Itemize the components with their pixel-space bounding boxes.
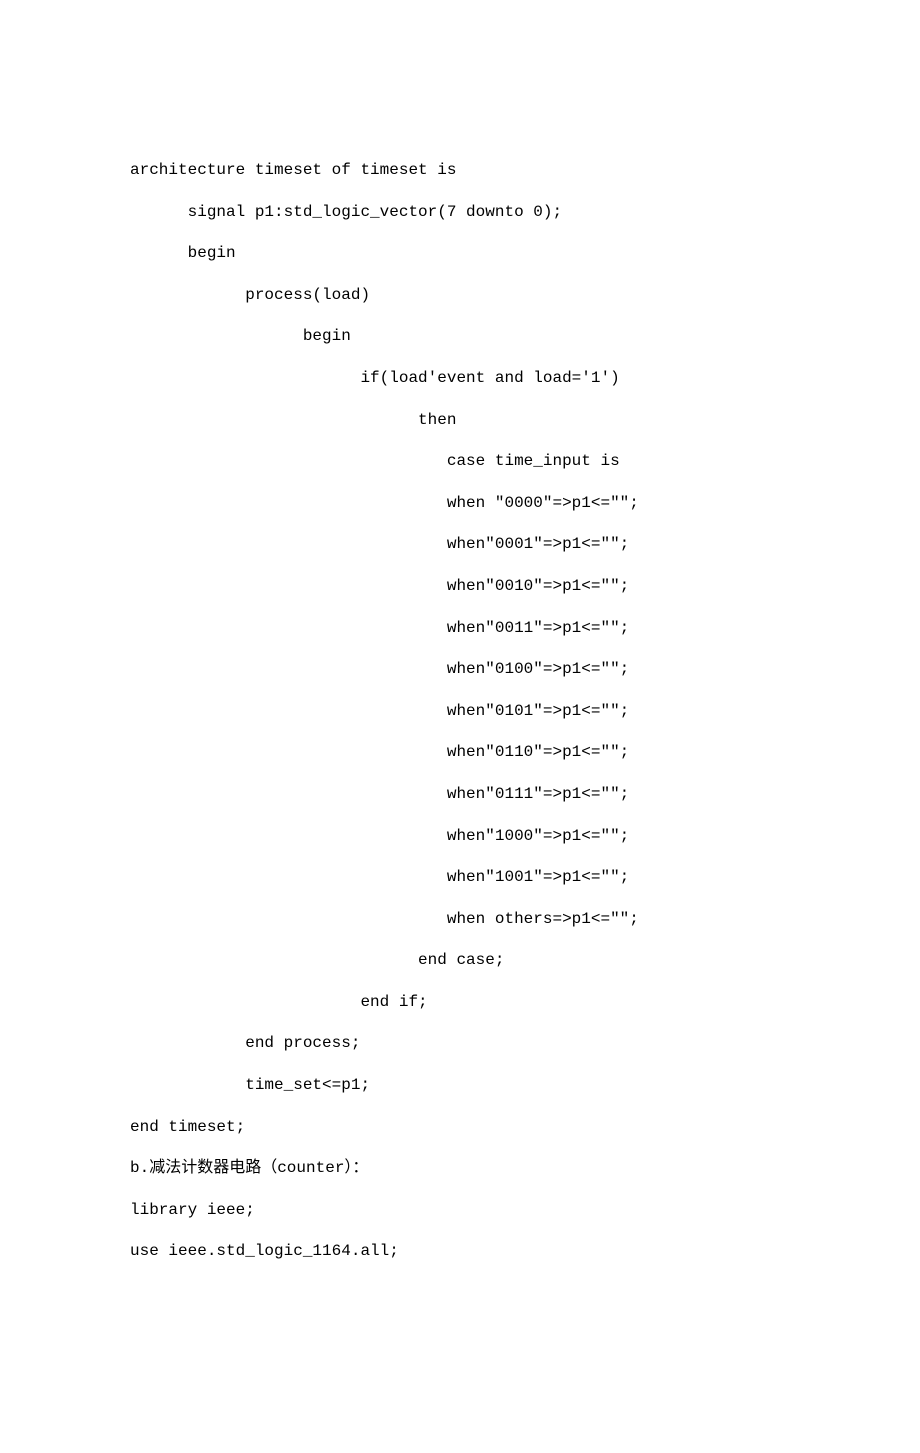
code-line: when others=>p1<=""; bbox=[130, 899, 790, 941]
code-line: end if; bbox=[130, 982, 790, 1024]
code-line: library ieee; bbox=[130, 1190, 790, 1232]
code-line: architecture timeset of timeset is bbox=[130, 150, 790, 192]
code-line: end timeset; bbox=[130, 1107, 790, 1149]
code-line: case time_input is bbox=[130, 441, 790, 483]
code-line: when"0101"=>p1<=""; bbox=[130, 691, 790, 733]
code-line: when"0010"=>p1<=""; bbox=[130, 566, 790, 608]
code-line: signal p1:std_logic_vector(7 downto 0); bbox=[130, 192, 790, 234]
code-line: then bbox=[130, 400, 790, 442]
code-line: b.减法计数器电路（counter）： bbox=[130, 1148, 790, 1190]
code-line: when"0001"=>p1<=""; bbox=[130, 524, 790, 566]
code-line: process(load) bbox=[130, 275, 790, 317]
code-line: when"0110"=>p1<=""; bbox=[130, 732, 790, 774]
code-line: use ieee.std_logic_1164.all; bbox=[130, 1231, 790, 1273]
code-line: when "0000"=>p1<=""; bbox=[130, 483, 790, 525]
code-line: begin bbox=[130, 316, 790, 358]
code-line: time_set<=p1; bbox=[130, 1065, 790, 1107]
code-line: end case; bbox=[130, 940, 790, 982]
code-line: end process; bbox=[130, 1023, 790, 1065]
code-line: begin bbox=[130, 233, 790, 275]
code-line: when"0111"=>p1<=""; bbox=[130, 774, 790, 816]
code-line: if(load'event and load='1') bbox=[130, 358, 790, 400]
code-line: when"0100"=>p1<=""; bbox=[130, 649, 790, 691]
code-line: when"1001"=>p1<=""; bbox=[130, 857, 790, 899]
code-line: when"1000"=>p1<=""; bbox=[130, 816, 790, 858]
document-page: architecture timeset of timeset is signa… bbox=[0, 0, 920, 1453]
code-line: when"0011"=>p1<=""; bbox=[130, 608, 790, 650]
